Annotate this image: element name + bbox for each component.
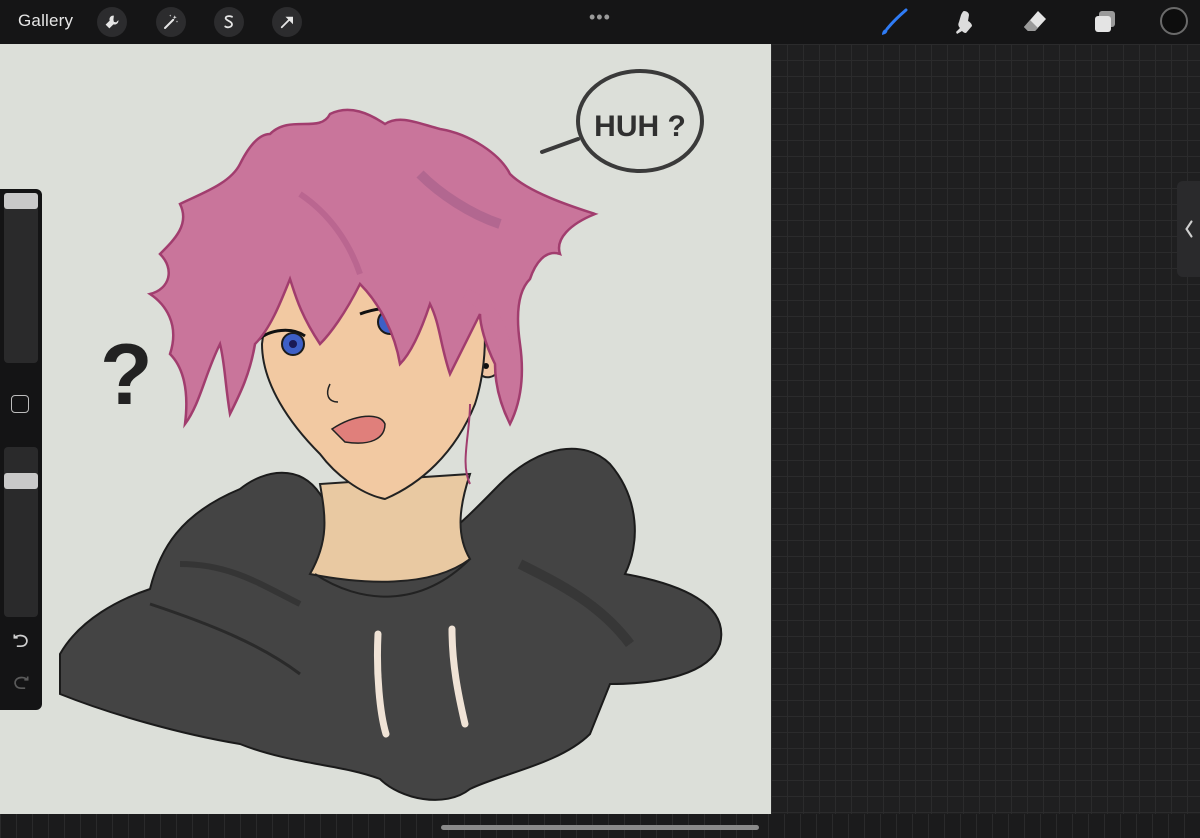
- undo-icon[interactable]: [8, 631, 34, 653]
- layers-icon[interactable]: [1090, 7, 1120, 37]
- speech-bubble-text: HUH ?: [594, 110, 686, 143]
- magic-wand-icon[interactable]: [156, 7, 186, 37]
- brush-size-slider[interactable]: [4, 193, 38, 363]
- chevron-left-icon[interactable]: [1177, 181, 1200, 277]
- transform-arrow-icon[interactable]: [272, 7, 302, 37]
- brush-size-thumb[interactable]: [4, 193, 38, 209]
- artwork-illustration: HUH ? ?: [59, 69, 723, 801]
- eraser-icon[interactable]: [1020, 7, 1050, 37]
- side-question-mark: ?: [100, 327, 153, 423]
- brush-opacity-slider[interactable]: [4, 447, 38, 617]
- more-options-icon[interactable]: •••: [589, 7, 611, 28]
- home-indicator[interactable]: [441, 825, 759, 830]
- top-toolbar: Gallery •••: [0, 0, 1200, 44]
- brush-icon[interactable]: [879, 7, 909, 37]
- smudge-icon[interactable]: [949, 7, 979, 37]
- wrench-icon[interactable]: [97, 7, 127, 37]
- color-picker-swatch[interactable]: [1160, 7, 1188, 35]
- selection-icon[interactable]: [214, 7, 244, 37]
- redo-icon[interactable]: [8, 673, 34, 695]
- square-modifier-icon[interactable]: [11, 395, 29, 413]
- brush-opacity-thumb[interactable]: [4, 473, 38, 489]
- left-sidebar: [0, 189, 42, 710]
- gallery-button[interactable]: Gallery: [18, 11, 73, 31]
- workspace-background: [771, 44, 1200, 820]
- drawing-canvas[interactable]: HUH ? ?: [0, 44, 771, 814]
